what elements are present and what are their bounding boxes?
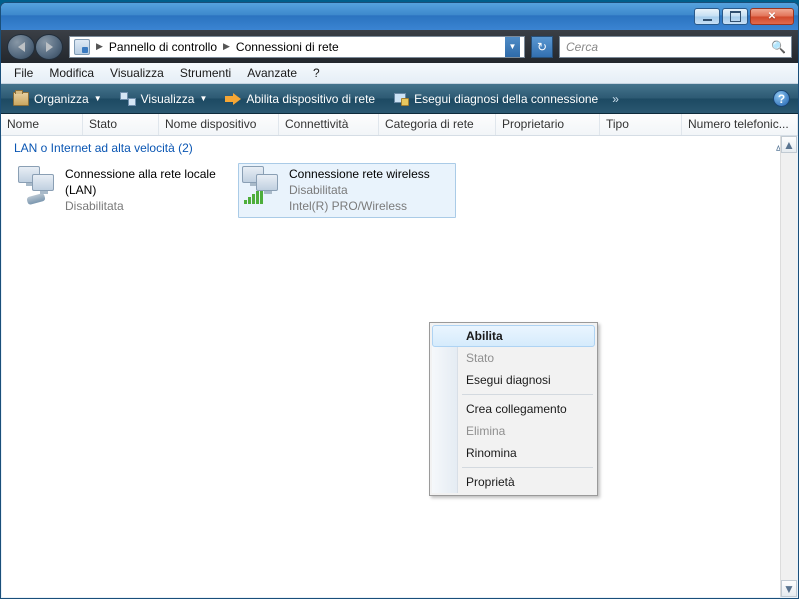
help-icon: ? — [778, 92, 785, 106]
ctx-properties[interactable]: Proprietà — [432, 471, 595, 493]
address-dropdown-button[interactable]: ▼ — [505, 37, 520, 57]
breadcrumb-current[interactable]: Connessioni di rete — [236, 40, 339, 54]
command-toolbar: Organizza ▼ Visualizza ▼ Abilita disposi… — [1, 84, 798, 114]
menu-advanced[interactable]: Avanzate — [240, 64, 304, 82]
enable-device-button[interactable]: Abilita dispositivo di rete — [221, 89, 379, 109]
menu-tools[interactable]: Strumenti — [173, 64, 238, 82]
diagnose-label: Esegui diagnosi della connessione — [414, 92, 598, 106]
ctx-delete: Elimina — [432, 420, 595, 442]
minimize-button[interactable] — [694, 8, 720, 25]
chevron-down-icon: ▼ — [94, 94, 102, 103]
chevron-down-icon: ▼ — [783, 582, 795, 596]
ctx-status: Stato — [432, 347, 595, 369]
nav-buttons — [7, 34, 63, 60]
breadcrumb-sep-icon: ▶ — [96, 41, 103, 52]
search-placeholder: Cerca — [566, 40, 598, 54]
views-button[interactable]: Visualizza ▼ — [116, 89, 212, 109]
search-icon: 🔍 — [771, 40, 786, 54]
connection-status: Disabilitata — [289, 182, 430, 198]
menubar: File Modifica Visualizza Strumenti Avanz… — [1, 63, 798, 84]
connection-text: Connessione alla rete locale (LAN) Disab… — [65, 166, 228, 215]
col-owner[interactable]: Proprietario — [496, 114, 600, 135]
help-button[interactable]: ? — [773, 90, 790, 107]
menu-view[interactable]: Visualizza — [103, 64, 171, 82]
lan-connection-icon — [18, 166, 58, 206]
menu-file[interactable]: File — [7, 64, 40, 82]
organize-label: Organizza — [34, 92, 89, 106]
back-button[interactable] — [7, 34, 35, 60]
menu-edit[interactable]: Modifica — [42, 64, 101, 82]
connection-name: Connessione rete wireless — [289, 166, 430, 182]
breadcrumb-sep-icon: ▶ — [223, 41, 230, 52]
control-panel-icon — [74, 39, 90, 55]
connection-status: Disabilitata — [65, 198, 228, 214]
group-header[interactable]: LAN o Internet ad alta velocità (2) ㅿ — [2, 136, 797, 159]
ctx-diagnose[interactable]: Esegui diagnosi — [432, 369, 595, 391]
scroll-down-button[interactable]: ▼ — [781, 580, 797, 597]
titlebar[interactable] — [1, 3, 798, 30]
connection-text: Connessione rete wireless Disabilitata I… — [289, 166, 430, 215]
close-button[interactable] — [750, 8, 794, 25]
connection-device: Intel(R) PRO/Wireless — [289, 198, 430, 214]
column-header-row: Nome Stato Nome dispositivo Connettività… — [1, 114, 798, 136]
content-area: LAN o Internet ad alta velocità (2) ㅿ Co… — [2, 136, 797, 597]
toolbar-overflow-button[interactable]: » — [612, 92, 616, 106]
forward-arrow-icon — [46, 42, 53, 52]
context-separator — [462, 467, 593, 468]
connection-item-lan[interactable]: Connessione alla rete locale (LAN) Disab… — [14, 163, 232, 218]
diagnose-button[interactable]: Esegui diagnosi della connessione — [389, 89, 602, 109]
address-bar[interactable]: ▶ Pannello di controllo ▶ Connessioni di… — [69, 36, 525, 58]
vertical-scrollbar[interactable]: ▲ ▼ — [780, 136, 797, 597]
folder-icon — [13, 92, 29, 106]
col-phone[interactable]: Numero telefonic... — [682, 114, 798, 135]
menu-help[interactable]: ? — [306, 64, 327, 82]
col-name[interactable]: Nome — [1, 114, 83, 135]
network-diagnose-icon — [393, 92, 409, 106]
forward-button[interactable] — [35, 34, 63, 60]
scroll-up-button[interactable]: ▲ — [781, 136, 797, 153]
wireless-connection-icon — [242, 166, 282, 206]
breadcrumb-root[interactable]: Pannello di controllo — [109, 40, 217, 54]
col-connectivity[interactable]: Connettività — [279, 114, 379, 135]
col-category[interactable]: Categoria di rete — [379, 114, 496, 135]
col-devname[interactable]: Nome dispositivo — [159, 114, 279, 135]
views-label: Visualizza — [141, 92, 195, 106]
group-title: LAN o Internet ad alta velocità (2) — [14, 141, 193, 155]
connection-name: Connessione alla rete locale (LAN) — [65, 166, 228, 198]
refresh-icon: ↻ — [537, 40, 547, 54]
refresh-button[interactable]: ↻ — [531, 36, 553, 58]
maximize-button[interactable] — [722, 8, 748, 25]
enable-label: Abilita dispositivo di rete — [246, 92, 375, 106]
connections-list: Connessione alla rete locale (LAN) Disab… — [2, 159, 797, 218]
explorer-window: ▶ Pannello di controllo ▶ Connessioni di… — [0, 2, 799, 599]
arrow-right-icon — [225, 93, 241, 105]
col-type[interactable]: Tipo — [600, 114, 682, 135]
organize-button[interactable]: Organizza ▼ — [9, 89, 106, 109]
search-input[interactable]: Cerca 🔍 — [559, 36, 792, 58]
views-icon — [120, 92, 136, 106]
nav-row: ▶ Pannello di controllo ▶ Connessioni di… — [1, 30, 798, 63]
chevron-up-icon: ▲ — [783, 138, 795, 152]
ctx-rename[interactable]: Rinomina — [432, 442, 595, 464]
ctx-enable[interactable]: Abilita — [432, 325, 595, 347]
connection-item-wireless[interactable]: Connessione rete wireless Disabilitata I… — [238, 163, 456, 218]
context-separator — [462, 394, 593, 395]
ctx-shortcut[interactable]: Crea collegamento — [432, 398, 595, 420]
back-arrow-icon — [18, 42, 25, 52]
chevron-down-icon: ▼ — [199, 94, 207, 103]
col-status[interactable]: Stato — [83, 114, 159, 135]
context-menu: Abilita Stato Esegui diagnosi Crea colle… — [429, 322, 598, 496]
